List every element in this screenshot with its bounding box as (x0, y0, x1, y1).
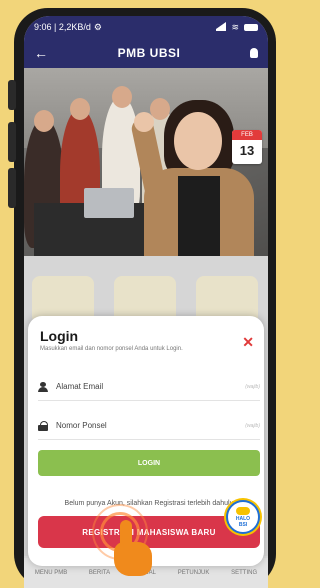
phone-field[interactable]: Nomor Ponsel (wajib) (38, 412, 260, 440)
brand-text: PMB UBSI (117, 46, 181, 60)
close-icon[interactable]: ✕ (242, 334, 254, 351)
nav-item-petunjuk[interactable]: PETUNJUK (178, 570, 210, 576)
phone-volume-down-button (8, 168, 16, 208)
phone-side-button (8, 80, 16, 110)
signal-icon (216, 21, 227, 31)
brand-logo: PMB UBSI (118, 46, 181, 60)
email-required-hint: (wajib) (245, 383, 260, 390)
nav-item-setting[interactable]: SETTING (231, 570, 257, 576)
login-title: Login (40, 328, 79, 344)
register-prompt: Belum punya Akun, silahkan Registrasi te… (64, 500, 234, 507)
date-month: FEB (232, 130, 262, 140)
chat-face-icon (236, 506, 250, 515)
nav-item-berita[interactable]: BERITA (89, 570, 110, 576)
back-arrow-icon[interactable]: ← (34, 45, 48, 61)
email-placeholder: Alamat Email (56, 382, 104, 391)
pointing-hand-icon (110, 520, 154, 578)
laptop (84, 188, 134, 218)
halo-bsi-chat-badge[interactable]: HALO BSI (226, 500, 260, 534)
phone-volume-up-button (8, 122, 16, 162)
login-subtitle: Masukkan email dan nomor ponsel Anda unt… (40, 346, 183, 352)
phone-placeholder: Nomor Ponsel (56, 421, 107, 430)
date-badge[interactable]: FEB 13 (232, 130, 262, 164)
wifi-icon: ≋ (231, 21, 239, 32)
email-field[interactable]: Alamat Email (wajib) (38, 373, 260, 401)
nav-item-menu-pmb[interactable]: MENU PMB (35, 570, 67, 576)
status-time-speed: 9:06 | 2,2KB/d (34, 22, 91, 32)
login-button[interactable]: LOGIN (38, 450, 260, 476)
app-bar: ← PMB UBSI (24, 38, 268, 68)
hero-image: FEB 13 (24, 68, 268, 273)
notification-icon: ⚙ (93, 21, 102, 32)
phone-required-hint: (wajib) (245, 422, 260, 429)
lightbulb-icon[interactable] (249, 48, 258, 58)
person-icon (38, 381, 48, 392)
lock-icon (38, 420, 48, 431)
status-bar: 9:06 | 2,2KB/d ⚙ ≋ (24, 16, 268, 38)
battery-icon (244, 23, 258, 31)
date-day: 13 (239, 143, 255, 158)
phone-screen: 9:06 | 2,2KB/d ⚙ ≋ ← PMB UBSI FEB 13 MEN… (24, 16, 268, 588)
halo-badge-line2: BSI (238, 521, 248, 528)
cheering-student (129, 98, 254, 273)
